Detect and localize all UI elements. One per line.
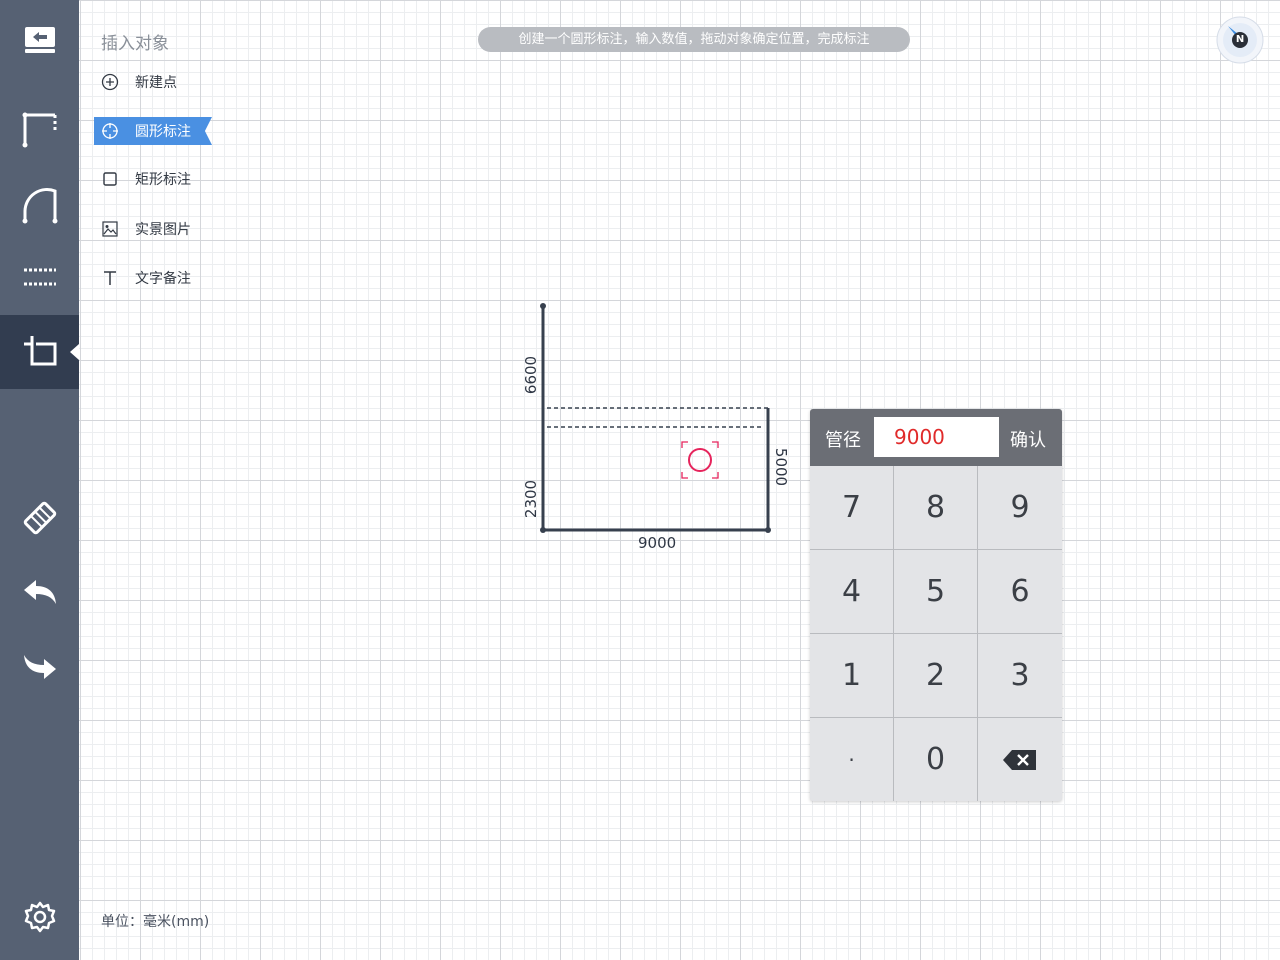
redo-icon [23, 655, 56, 679]
crop-frame-icon [23, 336, 56, 366]
floor-plan-shape [540, 303, 771, 533]
menu-item-new-point[interactable]: 新建点 [94, 68, 212, 96]
active-tool-pointer [70, 344, 79, 360]
left-toolbar [0, 0, 79, 960]
backspace-icon [1003, 749, 1036, 770]
compass-button[interactable]: N [1216, 16, 1264, 64]
keypad-label: 管径 [825, 430, 861, 451]
redo-button[interactable] [0, 629, 79, 703]
instruction-hint: 创建一个圆形标注，输入数值，拖动对象确定位置，完成标注 [478, 27, 910, 52]
compass-north-label: N [1235, 34, 1245, 45]
keypad-grid: 7 8 9 4 5 6 1 2 3 · 0 [810, 466, 1062, 801]
undo-icon [23, 580, 56, 604]
gear-icon [24, 901, 55, 933]
unit-label: 单位：毫米(mm) [101, 914, 210, 930]
key-decimal[interactable]: · [810, 718, 894, 801]
dimension-right: 5000 [772, 447, 791, 487]
key-3[interactable]: 3 [978, 634, 1062, 718]
key-backspace[interactable] [978, 718, 1062, 801]
menu-item-label: 新建点 [135, 75, 177, 91]
key-8[interactable]: 8 [894, 466, 978, 550]
arc-tool[interactable] [0, 169, 79, 243]
undo-button[interactable] [0, 556, 79, 630]
menu-item-label: 文字备注 [135, 271, 191, 287]
text-icon [101, 269, 119, 287]
arc-icon [22, 188, 57, 224]
dimension-left-upper: 6600 [522, 355, 541, 395]
key-0[interactable]: 0 [894, 718, 978, 801]
menu-item-photo[interactable]: 实景图片 [94, 215, 212, 243]
menu-item-label: 圆形标注 [135, 124, 191, 140]
dashed-line-tool[interactable] [0, 240, 79, 314]
menu-item-text-note[interactable]: 文字备注 [94, 264, 212, 292]
eraser-tool[interactable] [0, 481, 79, 555]
back-button[interactable] [0, 3, 79, 77]
key-1[interactable]: 1 [810, 634, 894, 718]
key-6[interactable]: 6 [978, 550, 1062, 634]
menu-item-rect-annotation[interactable]: 矩形标注 [94, 165, 212, 193]
key-2[interactable]: 2 [894, 634, 978, 718]
dimension-bottom: 9000 [638, 534, 677, 552]
image-icon [101, 220, 119, 238]
back-icon [24, 27, 55, 53]
menu-item-label: 实景图片 [135, 222, 191, 238]
square-icon [101, 170, 119, 188]
circle-annotation-marker[interactable] [681, 441, 719, 479]
settings-button[interactable] [0, 880, 79, 954]
menu-item-label: 矩形标注 [135, 172, 191, 188]
insert-object-tool[interactable] [0, 315, 79, 389]
crosshair-icon [101, 122, 119, 140]
numeric-keypad: 管径 确认 7 8 9 4 5 6 1 2 3 · 0 [810, 409, 1062, 801]
key-4[interactable]: 4 [810, 550, 894, 634]
eraser-icon [23, 501, 56, 535]
dashed-lines-icon [23, 268, 56, 286]
key-7[interactable]: 7 [810, 466, 894, 550]
pipe-diameter-input[interactable] [874, 417, 999, 457]
dimension-left-lower: 2300 [522, 479, 541, 519]
plus-circle-icon [101, 73, 119, 91]
wall-corner-icon [22, 112, 56, 148]
key-5[interactable]: 5 [894, 550, 978, 634]
wall-tool[interactable] [0, 93, 79, 167]
panel-title: 插入对象 [101, 34, 169, 54]
circle-marker-icon [681, 441, 719, 479]
menu-item-circle-annotation[interactable]: 圆形标注 [94, 117, 212, 145]
keypad-header: 管径 确认 [810, 409, 1062, 466]
key-9[interactable]: 9 [978, 466, 1062, 550]
confirm-button[interactable]: 确认 [1010, 426, 1046, 452]
